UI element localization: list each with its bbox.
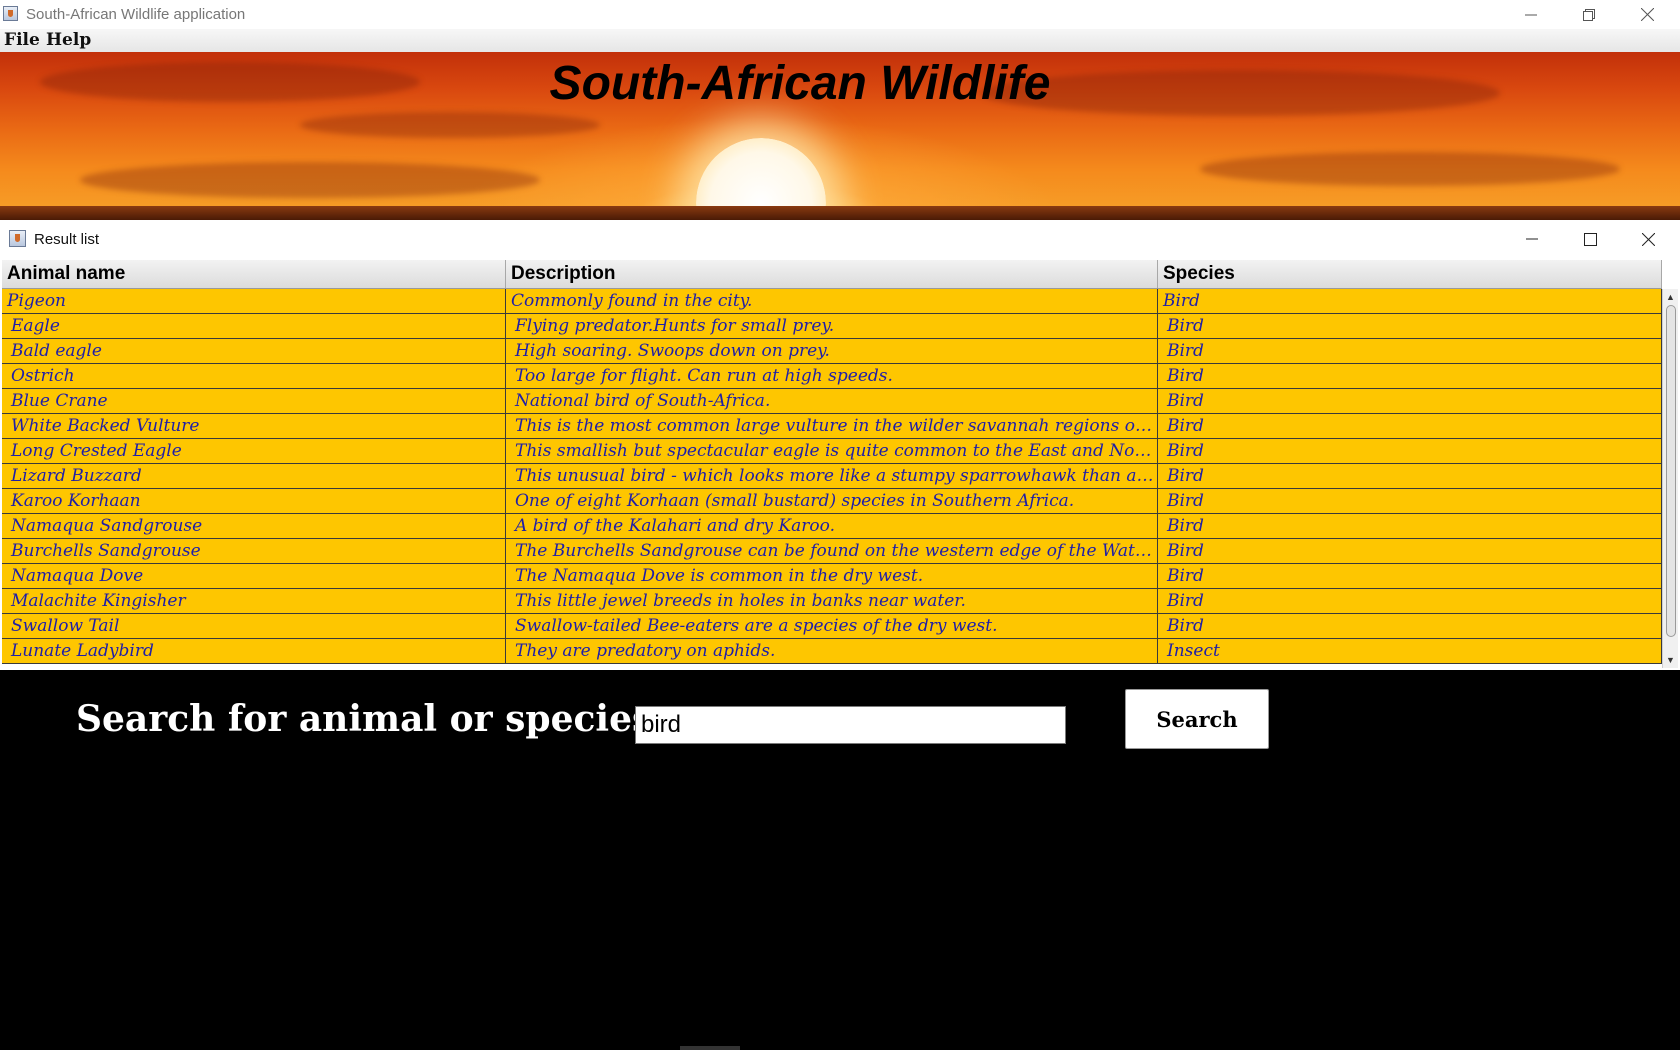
cell-animal-name: Long Crested Eagle [2,439,506,463]
result-table: Animal name Description Species Pigeon Co… [2,260,1678,668]
minimize-icon [1525,14,1537,15]
cell-description: They are predatory on aphids. [506,639,1158,663]
restore-icon [1583,8,1595,21]
maximize-icon [1583,232,1597,246]
table-row[interactable]: Namaqua Sandgrouse A bird of the Kalahari… [2,514,1662,539]
cell-species: Bird [1158,364,1662,388]
cell-species: Bird [1158,389,1662,413]
menu-file[interactable]: File [4,30,40,50]
table-row[interactable]: White Backed Vulture This is the most com… [2,414,1662,439]
cell-animal-name: Pigeon [2,289,506,313]
cell-animal-name: Bald eagle [2,339,506,363]
result-list-title: Result list [34,231,100,248]
table-row[interactable]: Eagle Flying predator.Hunts for small pre… [2,314,1662,339]
frame-maximize-button[interactable] [1561,220,1619,258]
table-row[interactable]: Karoo Korhaan One of eight Korhaan (small… [2,489,1662,514]
search-label: Search for animal or species : [76,698,679,740]
table-row[interactable]: Ostrich Too large for flight. Can run at … [2,364,1662,389]
table-header: Animal name Description Species [2,260,1662,289]
table-row[interactable]: Long Crested Eagle This smallish but spec… [2,439,1662,464]
cell-animal-name: Lizard Buzzard [2,464,506,488]
cell-animal-name: Swallow Tail [2,614,506,638]
cell-species: Bird [1158,589,1662,613]
java-app-icon [3,6,18,21]
column-header-animal-name[interactable]: Animal name [2,260,506,288]
column-header-species[interactable]: Species [1158,260,1662,288]
cell-species: Bird [1158,514,1662,538]
menu-bar: File Help [0,29,1680,52]
cell-species: Bird [1158,564,1662,588]
cell-animal-name: Ostrich [2,364,506,388]
cell-description: Swallow-tailed Bee-eaters are a species … [506,614,1158,638]
search-button[interactable]: Search [1125,689,1269,749]
cell-animal-name: Namaqua Sandgrouse [2,514,506,538]
table-body: Pigeon Commonly found in the city. Bird Eag… [2,289,1662,668]
java-app-icon [9,230,26,247]
cell-description: This unusual bird - which looks more lik… [506,464,1158,488]
cell-species: Bird [1158,539,1662,563]
vertical-scrollbar[interactable]: ▲ ▼ [1662,289,1678,668]
cell-description: A bird of the Kalahari and dry Karoo. [506,514,1158,538]
cell-species: Insect [1158,639,1662,663]
cell-description: One of eight Korhaan (small bustard) spe… [506,489,1158,513]
sunset-banner: South-African Wildlife [0,52,1680,220]
cell-species: Bird [1158,414,1662,438]
close-icon [1641,232,1655,246]
cell-animal-name: Lunate Ladybird [2,639,506,663]
cell-description: The Namaqua Dove is common in the dry we… [506,564,1158,588]
table-row[interactable]: Bald eagle High soaring. Swoops down on p… [2,339,1662,364]
result-list-window: Result list Animal name Description Spec… [0,220,1680,670]
close-button[interactable] [1618,0,1676,29]
window-title: South-African Wildlife application [26,6,246,23]
cell-description: Commonly found in the city. [506,289,1158,313]
cell-species: Bird [1158,339,1662,363]
table-row[interactable]: Lizard Buzzard This unusual bird - which … [2,464,1662,489]
cell-animal-name: White Backed Vulture [2,414,506,438]
frame-minimize-button[interactable] [1503,220,1561,258]
cell-species: Bird [1158,489,1662,513]
table-row[interactable]: Burchells Sandgrouse The Burchells Sandgr… [2,539,1662,564]
cell-animal-name: Eagle [2,314,506,338]
close-icon [1640,8,1654,21]
restore-button[interactable] [1560,0,1618,29]
cell-description: High soaring. Swoops down on prey. [506,339,1158,363]
result-list-titlebar: Result list [0,220,1680,258]
cell-species: Bird [1158,439,1662,463]
table-row[interactable]: Pigeon Commonly found in the city. Bird [2,289,1662,314]
cell-animal-name: Burchells Sandgrouse [2,539,506,563]
table-row[interactable]: Malachite Kingisher This little jewel bre… [2,589,1662,614]
banner-title: South-African Wildlife [549,57,1051,110]
cell-animal-name: Malachite Kingisher [2,589,506,613]
scroll-up-icon[interactable]: ▲ [1663,289,1678,305]
frame-close-button[interactable] [1619,220,1677,258]
cell-species: Bird [1158,614,1662,638]
cell-description: The Burchells Sandgrouse can be found on… [506,539,1158,563]
cell-description: This is the most common large vulture in… [506,414,1158,438]
cell-description: National bird of South-Africa. [506,389,1158,413]
minimize-icon [1526,238,1538,240]
bottom-divider [680,1046,740,1050]
cell-animal-name: Karoo Korhaan [2,489,506,513]
column-header-description[interactable]: Description [506,260,1158,288]
scroll-down-icon[interactable]: ▼ [1663,652,1678,668]
cell-description: Flying predator.Hunts for small prey. [506,314,1158,338]
cell-description: This little jewel breeds in holes in ban… [506,589,1158,613]
search-input[interactable] [635,706,1066,744]
minimize-button[interactable] [1502,0,1560,29]
cell-animal-name: Namaqua Dove [2,564,506,588]
main-window-titlebar: South-African Wildlife application [0,0,1680,29]
table-row[interactable]: Blue Crane National bird of South-Africa.… [2,389,1662,414]
cell-description: This smallish but spectacular eagle is q… [506,439,1158,463]
cell-species: Bird [1158,289,1662,313]
cell-animal-name: Blue Crane [2,389,506,413]
cell-description: Too large for flight. Can run at high sp… [506,364,1158,388]
menu-help[interactable]: Help [46,30,91,50]
cell-species: Bird [1158,464,1662,488]
table-row[interactable]: Lunate Ladybird They are predatory on aph… [2,639,1662,664]
scrollbar-thumb[interactable] [1666,305,1676,637]
table-row[interactable]: Namaqua Dove The Namaqua Dove is common i… [2,564,1662,589]
table-row[interactable]: Swallow Tail Swallow-tailed Bee-eaters ar… [2,614,1662,639]
cell-species: Bird [1158,314,1662,338]
